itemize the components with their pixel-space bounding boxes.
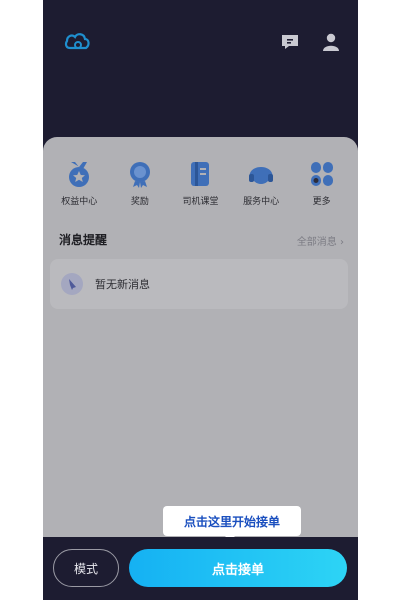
quick-entry-label: 更多 — [312, 197, 331, 207]
quick-entry-label: 奖励 — [130, 197, 149, 207]
notice-title: 消息提醒 — [59, 233, 108, 247]
cloud-logo-icon — [64, 33, 90, 50]
start-order-tooltip: 点击这里开始接单 — [163, 506, 301, 536]
user-icon[interactable] — [323, 33, 339, 51]
badge-icon — [69, 162, 90, 187]
empty-notice-text: 暂无新消息 — [95, 278, 150, 291]
accept-order-button[interactable]: 点击接单 — [129, 549, 347, 587]
quick-entry-row: 权益中心 奖励 司机课堂 服务中心 更多 — [43, 159, 358, 219]
all-messages-link[interactable]: 全部消息 › — [297, 233, 344, 248]
notice-header: 消息提醒 全部消息 › — [59, 231, 344, 251]
quick-entry-rewards[interactable]: 奖励 — [111, 159, 169, 219]
quick-entry-label: 服务中心 — [243, 197, 280, 207]
notice-list: 暂无新消息 — [50, 259, 348, 309]
main-card: 权益中心 奖励 司机课堂 服务中心 更多 消息提醒 全部消息 › 暂无新消息 — [43, 137, 358, 537]
grid-icon — [310, 162, 333, 186]
quick-entry-service-center[interactable]: 服务中心 — [232, 159, 290, 219]
notification-icon — [61, 273, 83, 295]
book-icon — [191, 162, 210, 186]
quick-entry-more[interactable]: 更多 — [293, 159, 351, 219]
medal-icon — [129, 162, 150, 188]
quick-entry-label: 司机课堂 — [182, 197, 219, 207]
mode-button[interactable]: 模式 — [53, 549, 119, 587]
headset-icon — [249, 167, 274, 184]
bottom-bar: 模式 点击接单 — [43, 537, 358, 600]
quick-entry-rights-center[interactable]: 权益中心 — [50, 159, 108, 219]
quick-entry-label: 权益中心 — [61, 197, 98, 207]
quick-entry-driver-class[interactable]: 司机课堂 — [171, 159, 229, 219]
top-bar — [43, 0, 358, 70]
app-screen: 权益中心 奖励 司机课堂 服务中心 更多 消息提醒 全部消息 › 暂无新消息 点… — [43, 0, 358, 600]
message-icon[interactable] — [281, 34, 299, 50]
